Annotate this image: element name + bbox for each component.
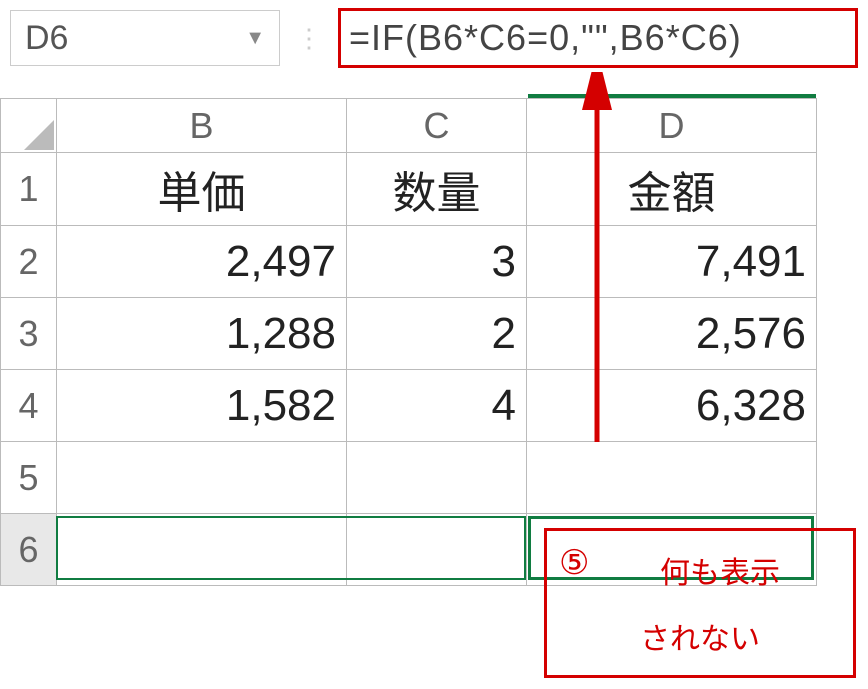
row-header-2[interactable]: 2 — [1, 226, 57, 298]
cell-c6[interactable] — [347, 514, 527, 586]
col-d-selection-marker — [528, 94, 816, 98]
name-box[interactable]: D6 ▼ — [10, 10, 280, 66]
row-header-3[interactable]: 3 — [1, 298, 57, 370]
cell-d3[interactable]: 2,576 — [527, 298, 817, 370]
spreadsheet-grid[interactable]: B C D 1 単価 数量 金額 2 2,497 3 7,491 3 1,288… — [0, 98, 817, 586]
cell-b3[interactable]: 1,288 — [57, 298, 347, 370]
cell-c3[interactable]: 2 — [347, 298, 527, 370]
annotation-number-5: ⑤ — [559, 543, 589, 583]
col-header-b[interactable]: B — [57, 99, 347, 153]
row-header-1[interactable]: 1 — [1, 153, 57, 226]
row-header-5[interactable]: 5 — [1, 442, 57, 514]
cell-b1[interactable]: 単価 — [57, 153, 347, 226]
cell-c1[interactable]: 数量 — [347, 153, 527, 226]
annotation-line2: されない — [640, 614, 760, 658]
row-header-6[interactable]: 6 — [1, 514, 57, 586]
row-header-4[interactable]: 4 — [1, 370, 57, 442]
cell-b2[interactable]: 2,497 — [57, 226, 347, 298]
formula-text: =IF(B6*C6=0,"",B6*C6) — [349, 17, 742, 59]
annotation-line1: 何も表示 — [660, 548, 780, 592]
col-header-d[interactable]: D — [527, 99, 817, 153]
formula-bar[interactable]: =IF(B6*C6=0,"",B6*C6) — [338, 8, 858, 68]
fx-separator: ⋮ — [292, 23, 326, 54]
cell-d5[interactable] — [527, 442, 817, 514]
cell-c4[interactable]: 4 — [347, 370, 527, 442]
cell-b5[interactable] — [57, 442, 347, 514]
cell-c5[interactable] — [347, 442, 527, 514]
cell-b4[interactable]: 1,582 — [57, 370, 347, 442]
cell-d2[interactable]: 7,491 — [527, 226, 817, 298]
cell-b6[interactable] — [57, 514, 347, 586]
cell-d4[interactable]: 6,328 — [527, 370, 817, 442]
annotation-box-5: ⑤ 何も表示 されない — [544, 528, 856, 678]
chevron-down-icon[interactable]: ▼ — [245, 27, 265, 50]
cell-d1[interactable]: 金額 — [527, 153, 817, 226]
corner-triangle-icon — [24, 120, 54, 150]
select-all-corner[interactable] — [1, 99, 57, 153]
cell-c2[interactable]: 3 — [347, 226, 527, 298]
col-header-c[interactable]: C — [347, 99, 527, 153]
name-box-value: D6 — [25, 19, 68, 58]
